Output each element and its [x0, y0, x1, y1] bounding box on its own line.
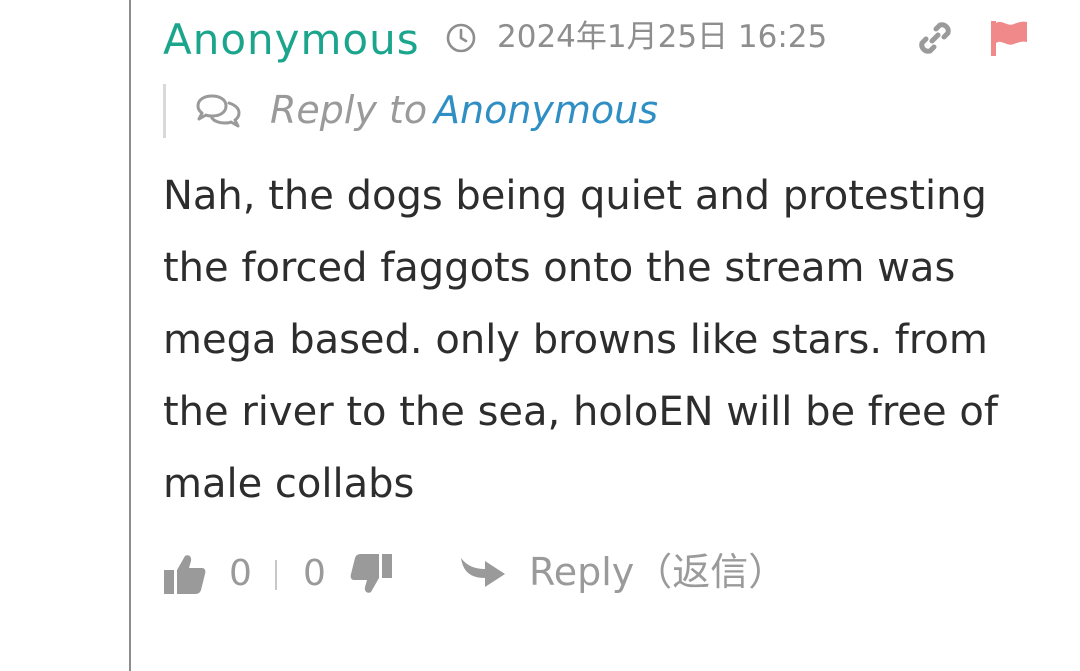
comment-card: Anonymous 2024年1月25日 16:25 Reply to Anon… [163, 0, 1043, 671]
comment-author: Anonymous [163, 15, 420, 64]
reply-button[interactable]: Reply（返信） [529, 548, 786, 596]
reply-to-quote: Reply to Anonymous [163, 84, 766, 138]
link-icon[interactable] [915, 18, 955, 58]
thread-line [129, 0, 131, 671]
thumbs-up-icon[interactable] [163, 552, 207, 596]
downvote-count: 0 [303, 553, 326, 594]
upvote-count: 0 [229, 553, 252, 594]
comment-body: Nah, the dogs being quiet and protesting… [163, 173, 998, 507]
reply-to-author-link[interactable]: Anonymous [434, 88, 658, 132]
chat-bubbles-icon [196, 94, 241, 128]
comment-timestamp: 2024年1月25日 16:25 [497, 19, 828, 55]
reply-arrow-icon[interactable] [459, 552, 507, 596]
reply-to-label: Reply to [270, 88, 428, 132]
comment-actions: 0 0 Reply（返信） [163, 546, 1043, 602]
vote-divider [275, 560, 277, 590]
comment-header: Anonymous 2024年1月25日 16:25 [163, 12, 1043, 66]
thumbs-down-icon[interactable] [349, 552, 393, 596]
clock-icon [446, 23, 476, 53]
flag-icon[interactable] [989, 18, 1029, 58]
